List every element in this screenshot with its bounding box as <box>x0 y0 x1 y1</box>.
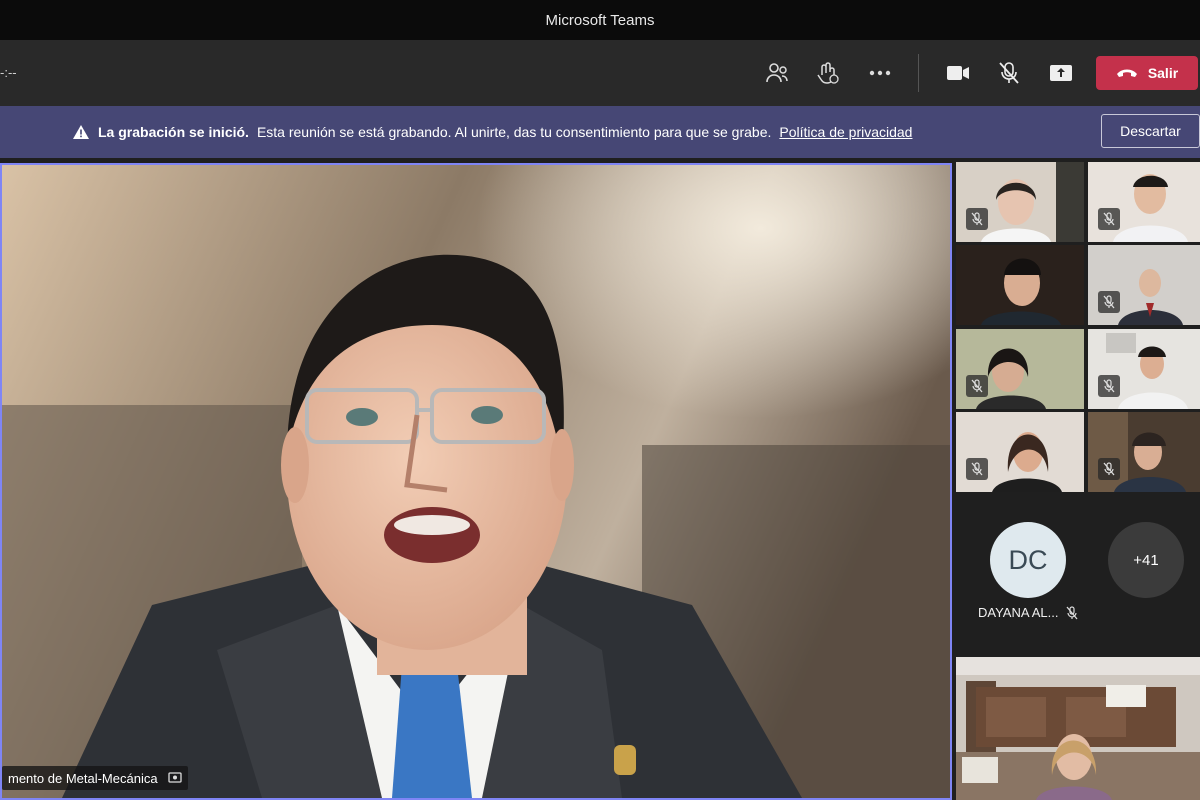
camera-icon[interactable] <box>942 57 974 89</box>
muted-mic-icon <box>1098 291 1120 313</box>
muted-mic-icon <box>966 208 988 230</box>
participant-tile[interactable] <box>956 162 1084 242</box>
muted-mic-icon <box>1066 605 1078 619</box>
main-video-stage[interactable]: mento de Metal-Mecánica <box>0 163 952 800</box>
muted-mic-icon <box>1098 375 1120 397</box>
muted-mic-icon <box>966 375 988 397</box>
mic-off-icon[interactable] <box>993 57 1025 89</box>
screen-icon <box>167 772 182 783</box>
participant-tile-large[interactable] <box>956 657 1200 800</box>
recording-message: La grabación se inició. Esta reunión se … <box>72 106 912 158</box>
speaker-video <box>2 165 950 798</box>
reactions-icon[interactable] <box>812 57 844 89</box>
privacy-policy-link[interactable]: Política de privacidad <box>779 124 912 140</box>
leave-button[interactable]: Salir <box>1096 56 1198 90</box>
phone-icon <box>1116 69 1137 77</box>
participant-avatar[interactable]: DC <box>990 522 1066 598</box>
participant-tile[interactable] <box>956 412 1084 492</box>
leave-label: Salir <box>1147 65 1179 81</box>
participant-name: DAYANA AL... <box>978 605 1059 620</box>
toolbar-divider <box>918 54 919 92</box>
speaker-name: mento de Metal-Mecánica <box>8 770 158 786</box>
dismiss-button[interactable]: Descartar <box>1101 114 1200 148</box>
meeting-toolbar: -:-- Salir <box>0 40 1200 106</box>
recording-text: Esta reunión se está grabando. Al unirte… <box>256 124 772 140</box>
participant-tile[interactable] <box>1088 329 1200 409</box>
more-participants-button[interactable]: +41 <box>1108 522 1184 598</box>
share-screen-icon[interactable] <box>1045 57 1077 89</box>
meeting-timer: -:-- <box>0 65 17 80</box>
title-bar: Microsoft Teams <box>0 0 1200 40</box>
recording-title: La grabación se inició. <box>98 124 249 140</box>
more-options-icon[interactable] <box>864 57 896 89</box>
participants-icon[interactable] <box>761 57 793 89</box>
participant-tile[interactable] <box>1088 412 1200 492</box>
participant-tile[interactable] <box>956 329 1084 409</box>
avatar-name-label: DAYANA AL... <box>978 605 1078 620</box>
muted-mic-icon <box>966 458 988 480</box>
avatar-initials: DC <box>1008 544 1048 575</box>
warning-icon <box>73 125 89 139</box>
muted-mic-icon <box>1098 208 1120 230</box>
participant-tile[interactable] <box>956 245 1084 325</box>
speaker-name-label: mento de Metal-Mecánica <box>2 766 188 790</box>
window-title: Microsoft Teams <box>545 11 655 29</box>
participant-tile[interactable] <box>1088 162 1200 242</box>
participant-tile[interactable] <box>1088 245 1200 325</box>
muted-mic-icon <box>1098 458 1120 480</box>
recording-banner: La grabación se inició. Esta reunión se … <box>0 106 1200 158</box>
overflow-count: +41 <box>1133 551 1159 569</box>
